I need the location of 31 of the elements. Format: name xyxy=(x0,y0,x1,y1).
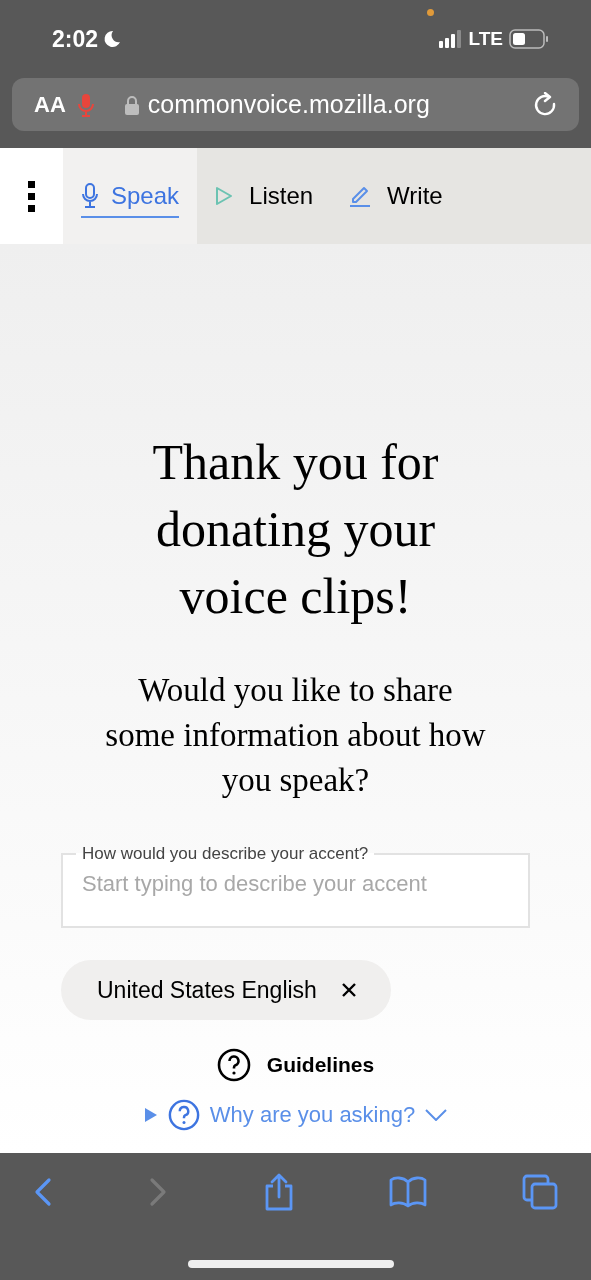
menu-button[interactable] xyxy=(0,148,63,244)
address-bar[interactable]: AA commonvoice.mozilla.org xyxy=(12,78,579,131)
back-icon[interactable] xyxy=(33,1177,53,1207)
moon-icon xyxy=(102,29,123,49)
guidelines-link[interactable]: Guidelines xyxy=(216,1048,375,1082)
nav-tab[interactable]: Listen xyxy=(197,148,332,244)
reload-icon[interactable] xyxy=(533,91,557,118)
url-text: commonvoice.mozilla.org xyxy=(147,88,430,120)
text-size-button[interactable]: AA xyxy=(34,88,66,121)
nav-tab[interactable]: Speak xyxy=(63,148,198,244)
network-label: LTE xyxy=(468,26,503,51)
accent-chip: United States English xyxy=(61,960,391,1020)
book-icon[interactable] xyxy=(389,1176,428,1208)
status-time: 2:02 xyxy=(52,24,99,54)
help-icon xyxy=(216,1048,251,1082)
battery-icon xyxy=(509,29,549,49)
help-icon xyxy=(167,1098,200,1131)
nav-tab[interactable]: Write xyxy=(331,148,461,244)
microphone-icon xyxy=(81,183,99,209)
lock-icon xyxy=(123,94,140,115)
chevron-down-icon xyxy=(425,1108,448,1121)
text-input[interactable]: Start typing to describe your accent xyxy=(76,866,515,900)
triangle-icon xyxy=(143,1106,158,1123)
tabs-icon[interactable] xyxy=(522,1174,558,1210)
pencil-icon xyxy=(349,184,372,208)
subheading: Would you like to share some information about how you speak? xyxy=(104,671,487,800)
heading: Thank you for donating your voice clips! xyxy=(151,433,440,626)
signal-icon xyxy=(438,30,463,48)
play-icon xyxy=(215,186,234,206)
field-label: How would you describe your accent? xyxy=(81,843,370,865)
remove-icon[interactable] xyxy=(340,982,357,998)
